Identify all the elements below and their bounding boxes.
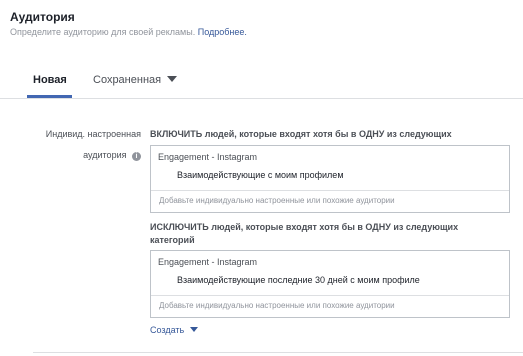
learn-more-link[interactable]: Подробнее. <box>198 27 247 37</box>
exclude-audience-input[interactable]: Добавьте индивидуально настроенные или п… <box>151 295 509 318</box>
caret-down-icon <box>189 327 198 332</box>
exclude-heading-line1: ИСКЛЮЧИТЬ людей, которые входят хотя бы … <box>150 222 459 232</box>
custom-audience-label-text: аудитория <box>83 150 127 160</box>
custom-audience-label-line2: аудитория i <box>83 150 141 161</box>
create-label: Создать <box>150 325 185 335</box>
create-button[interactable]: Создать <box>150 325 198 335</box>
info-icon[interactable]: i <box>132 152 141 161</box>
tab-saved-label: Сохраненная <box>93 74 162 86</box>
bottom-divider <box>33 352 523 353</box>
exclude-box: Engagement - Instagram Взаимодействующие… <box>150 250 510 318</box>
section-title: Аудитория <box>10 10 75 24</box>
custom-audience-label-line1: Индивид. настроенная <box>45 129 141 139</box>
include-heading: ВКЛЮЧИТЬ людей, которые входят хотя бы в… <box>150 129 452 139</box>
caret-down-icon <box>167 76 178 82</box>
tab-saved[interactable]: Сохраненная <box>93 74 178 86</box>
include-category: Engagement - Instagram <box>158 152 258 162</box>
include-audience-item[interactable]: Взаимодействующие с моим профилем <box>177 170 344 180</box>
tab-active-underline <box>27 95 72 98</box>
include-input-placeholder: Добавьте индивидуально настроенные или п… <box>159 196 395 205</box>
exclude-audience-item[interactable]: Взаимодействующие последние 30 дней с мо… <box>177 275 420 285</box>
section-subtitle: Определите аудиторию для своей рекламы. … <box>10 27 247 37</box>
exclude-input-placeholder: Добавьте индивидуально настроенные или п… <box>159 301 395 310</box>
subtitle-text: Определите аудиторию для своей рекламы. <box>10 27 196 37</box>
include-box: Engagement - Instagram Взаимодействующие… <box>150 145 510 213</box>
exclude-category: Engagement - Instagram <box>158 257 258 267</box>
audience-tabs: Новая Сохраненная <box>0 62 523 99</box>
tab-new[interactable]: Новая <box>33 74 67 86</box>
exclude-heading-line2: категорий <box>150 235 195 245</box>
include-audience-input[interactable]: Добавьте индивидуально настроенные или п… <box>151 190 509 213</box>
